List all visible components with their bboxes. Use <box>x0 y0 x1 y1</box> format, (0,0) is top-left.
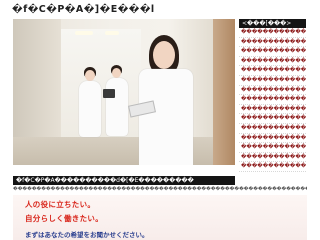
sidebar: <���[���> ������������� ������������� ��… <box>239 19 306 172</box>
ceiling-light <box>105 31 119 35</box>
sidebar-link[interactable]: ������������� <box>239 134 306 144</box>
sidebar-link[interactable]: ������������� <box>239 162 306 172</box>
sidebar-link[interactable]: ������������� <box>239 105 306 115</box>
sidebar-link[interactable]: ������������� <box>239 57 306 67</box>
recruit-banner[interactable]: 人の役に立ちたい。 自分らしく働きたい。 まずはあなたの希望をお聞かせください。 <box>13 195 307 240</box>
sidebar-link[interactable]: ������������� <box>239 95 306 105</box>
sidebar-link[interactable]: ������������� <box>239 124 306 134</box>
banner-line-2: 自分らしく働きたい。 <box>25 214 103 223</box>
sidebar-link[interactable]: ������������� <box>239 38 306 48</box>
ceiling-light <box>75 31 93 35</box>
sidebar-link[interactable]: ������������� <box>239 47 306 57</box>
sidebar-heading: <���[���> <box>239 19 306 28</box>
sidebar-link[interactable]: ������������� <box>239 86 306 96</box>
section-heading: �f�C�P�A����������d�[�E��������� <box>13 176 235 185</box>
sidebar-list: ������������� ������������� ������������… <box>239 28 306 172</box>
sidebar-link[interactable]: ������������� <box>239 76 306 86</box>
site-title[interactable]: �f�C�P�A�]�E���l <box>12 3 252 16</box>
sidebar-link[interactable]: ������������� <box>239 143 306 153</box>
door-frame <box>213 19 235 165</box>
banner-line-3: まずはあなたの希望をお聞かせください。 <box>25 231 149 239</box>
sidebar-link[interactable]: ������������� <box>239 28 306 38</box>
hero-image <box>13 19 235 165</box>
sidebar-link[interactable]: ������������� <box>239 66 306 76</box>
banner-line-1: 人の役に立ちたい。 <box>25 200 96 209</box>
sidebar-link[interactable]: ������������� <box>239 114 306 124</box>
intro-text: ����������������������������������������… <box>13 187 307 192</box>
hero-floor <box>13 137 235 165</box>
sidebar-link[interactable]: ������������� <box>239 153 306 163</box>
